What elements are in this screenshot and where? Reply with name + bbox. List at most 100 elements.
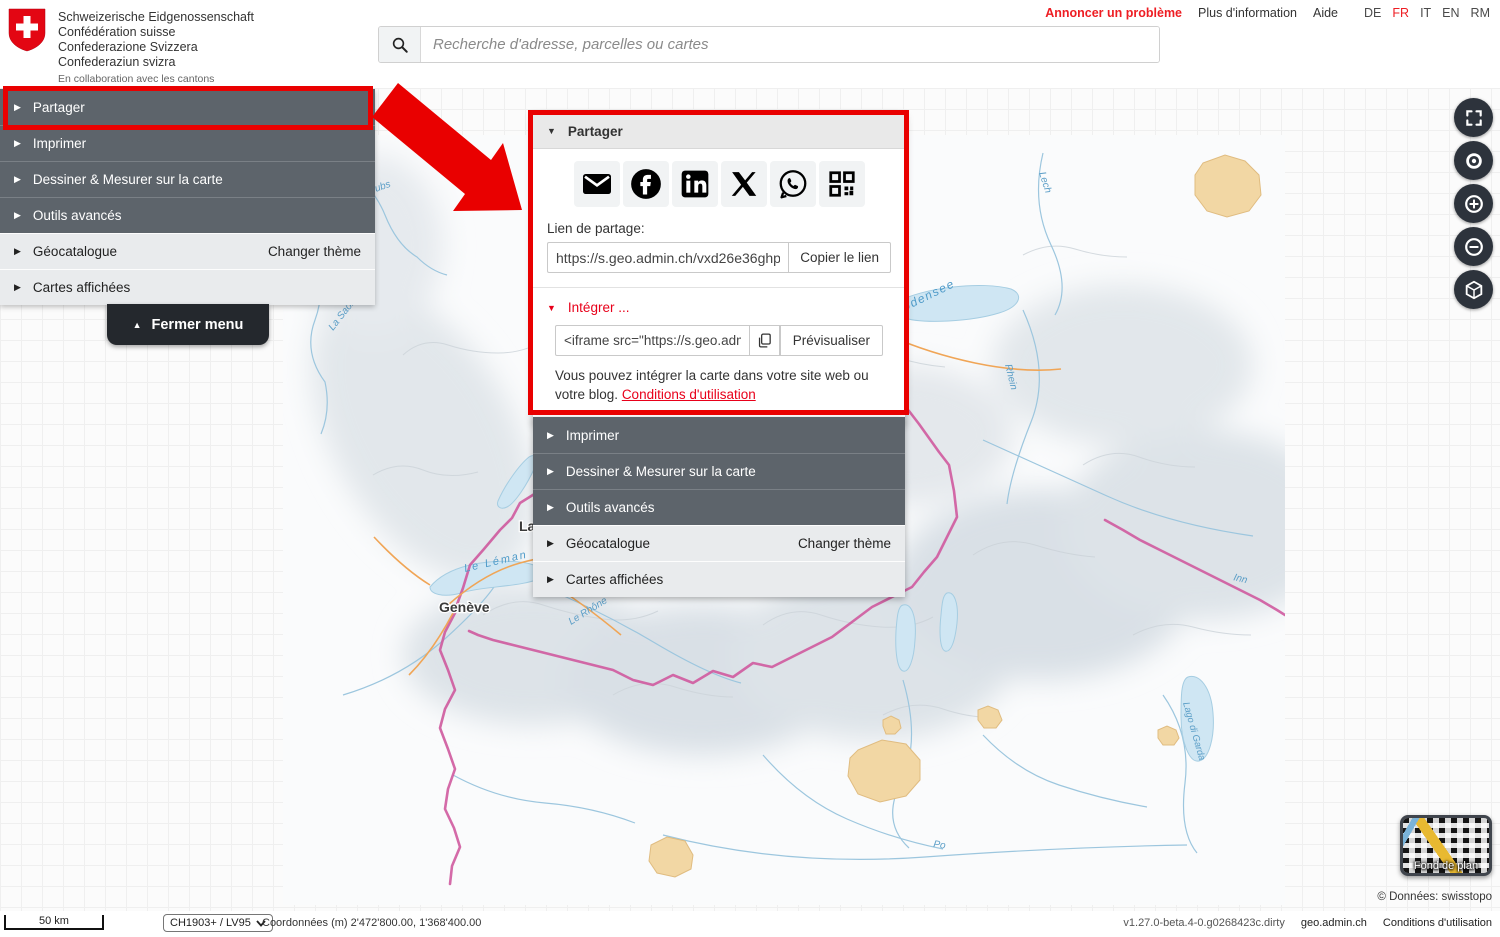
header-links: Annoncer un problème Plus d'information … [1045,6,1490,20]
basemap-label: Fond de plan [1403,860,1489,872]
search-bar [378,26,1160,63]
panel-item-imprimer[interactable]: Imprimer [533,417,905,453]
sidebar-item-cartes-affichees[interactable]: Cartes affichées [0,269,375,305]
share-email-button[interactable] [574,161,620,207]
embed-code-input[interactable] [555,325,750,356]
share-x-button[interactable] [721,161,767,207]
zoom-in-button[interactable] [1454,184,1493,223]
share-linkedin-button[interactable] [672,161,718,207]
copy-link-button[interactable]: Copier le lien [788,242,891,273]
chevron-right-icon [547,538,554,549]
lang-en[interactable]: EN [1442,6,1459,20]
terms-of-use-link[interactable]: Conditions d'utilisation [622,387,756,402]
change-theme-link[interactable]: Changer thème [268,244,361,259]
panel-item-geocatalogue[interactable]: Géocatalogue Changer thème [533,525,905,561]
language-switcher: DE FR IT EN RM [1364,6,1490,20]
search-icon [391,36,409,54]
share-facebook-button[interactable] [623,161,669,207]
minus-icon [1463,236,1485,258]
sidebar-item-label: Partager [33,100,85,115]
search-button[interactable] [379,27,421,62]
chevron-up-icon [133,320,142,330]
projection-select[interactable]: CH1903+ / LV95 [163,914,273,932]
panel-item-outils-avances[interactable]: Outils avancés [533,489,905,525]
close-menu-button[interactable]: Fermer menu [107,304,269,345]
help-link[interactable]: Aide [1313,6,1338,20]
sidebar-item-label: Outils avancés [33,208,122,223]
share-link-input[interactable] [547,242,788,273]
sidebar-item-label: Imprimer [33,136,86,151]
lang-de[interactable]: DE [1364,6,1381,20]
geolocation-button[interactable] [1454,141,1493,180]
more-info-link[interactable]: Plus d'information [1198,6,1297,20]
logo-line-de: Schweizerische Eidgenossenschaft [58,10,254,25]
sidebar-item-dessiner[interactable]: Dessiner & Mesurer sur la carte [0,161,375,197]
chevron-down-icon [547,303,556,313]
scale-bar: 50 km [4,915,104,930]
preview-button[interactable]: Prévisualiser [780,325,883,356]
search-input[interactable] [421,27,1159,62]
share-link-section: Lien de partage: Copier le lien [533,217,905,288]
share-panel: Partager [533,114,905,424]
data-attribution: © Données: swisstopo [1377,891,1492,903]
sidebar-item-label: Géocatalogue [33,244,117,259]
lang-fr[interactable]: FR [1392,6,1409,20]
linkedin-icon [679,168,711,200]
toggle-3d-button[interactable] [1454,270,1493,309]
panel-item-label: Cartes affichées [566,572,663,587]
share-panel-header[interactable]: Partager [533,114,905,149]
panel-menu: Imprimer Dessiner & Mesurer sur la carte… [533,417,905,597]
lang-it[interactable]: IT [1420,6,1431,20]
sidebar-item-imprimer[interactable]: Imprimer [0,125,375,161]
sidebar-item-outils-avances[interactable]: Outils avancés [0,197,375,233]
copy-embed-button[interactable] [750,325,780,356]
logo-line-rm: Confederaziun svizra [58,55,254,70]
embed-section-title: Intégrer ... [568,300,630,315]
facebook-icon [629,167,663,201]
zoom-out-button[interactable] [1454,227,1493,266]
sidebar-item-label: Dessiner & Mesurer sur la carte [33,172,223,187]
app-header: Schweizerische Eidgenossenschaft Confédé… [0,0,1500,88]
lang-rm[interactable]: RM [1471,6,1490,20]
sidebar-item-geocatalogue[interactable]: Géocatalogue Changer thème [0,233,375,269]
chevron-right-icon [14,174,21,185]
chevron-right-icon [14,282,21,293]
panel-item-dessiner[interactable]: Dessiner & Mesurer sur la carte [533,453,905,489]
footer-links: v1.27.0-beta.4-0.g0268423c.dirty geo.adm… [1123,917,1492,929]
logo-tagline: En collaboration avec les cantons [58,73,254,85]
chevron-right-icon [547,466,554,477]
app-version: v1.27.0-beta.4-0.g0268423c.dirty [1123,917,1284,929]
qr-code-icon [827,169,857,199]
footer-terms-link[interactable]: Conditions d'utilisation [1383,917,1492,929]
basemap-selector-button[interactable]: Fond de plan [1400,815,1492,876]
chevron-right-icon [547,430,554,441]
share-qrcode-button[interactable] [819,161,865,207]
embed-section-header[interactable]: Intégrer ... [533,288,905,325]
share-panel-title: Partager [568,124,623,139]
logo-line-fr: Confédération suisse [58,25,254,40]
mouse-coordinates: Coordonnées (m) 2'472'800.00, 1'368'400.… [262,917,481,929]
chevron-down-icon [547,126,556,136]
projection-value: CH1903+ / LV95 [170,917,251,929]
change-theme-link[interactable]: Changer thème [798,536,891,551]
panel-item-cartes-affichees[interactable]: Cartes affichées [533,561,905,597]
chevron-right-icon [547,502,554,513]
logo-line-it: Confederazione Svizzera [58,40,254,55]
copy-icon [756,332,773,349]
embed-section: Prévisualiser Vous pouvez intégrer la ca… [533,325,905,424]
app-window: Le Doubs La Saône Le Léman Genève La Le … [0,0,1500,937]
plus-icon [1463,193,1485,215]
report-problem-link[interactable]: Annoncer un problème [1045,6,1182,20]
fullscreen-button[interactable] [1454,98,1493,137]
geoadmin-link[interactable]: geo.admin.ch [1301,917,1367,929]
sidebar-item-partager[interactable]: Partager [0,89,375,125]
share-link-label: Lien de partage: [547,221,891,236]
panel-item-label: Outils avancés [566,500,655,515]
share-whatsapp-button[interactable] [770,161,816,207]
panel-item-label: Géocatalogue [566,536,650,551]
geolocation-icon [1463,150,1485,172]
fullscreen-icon [1464,108,1484,128]
social-share-row [533,149,905,217]
panel-item-label: Dessiner & Mesurer sur la carte [566,464,756,479]
chevron-right-icon [14,246,21,257]
